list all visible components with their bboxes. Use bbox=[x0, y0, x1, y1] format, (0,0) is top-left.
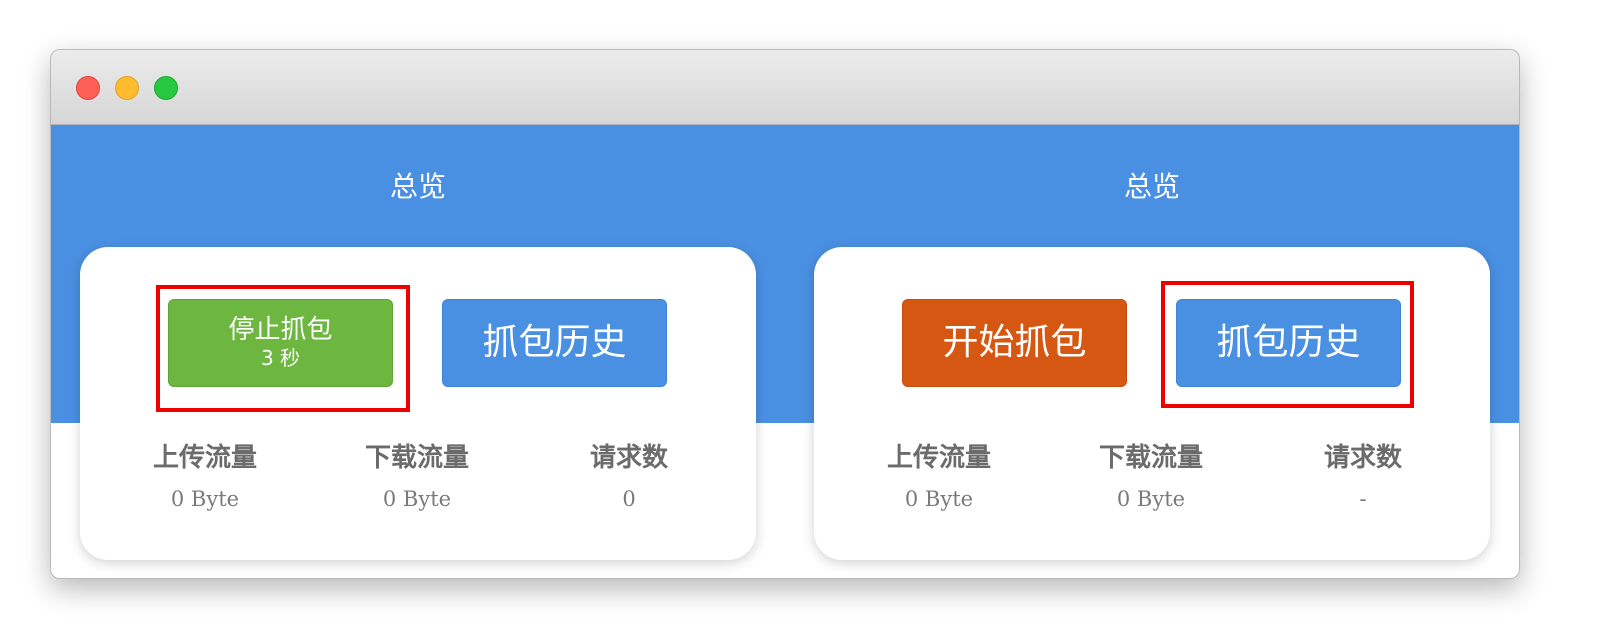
app-window: 总览 停止抓包 3 秒 抓包历史 上传流量 0 Byte 下载流量 0 Byte… bbox=[50, 49, 1520, 579]
overview-title: 总览 bbox=[1123, 170, 1180, 203]
upload-traffic-value: 0 Byte bbox=[904, 487, 974, 511]
window-content: 总览 停止抓包 3 秒 抓包历史 上传流量 0 Byte 下载流量 0 Byte… bbox=[51, 125, 1519, 578]
download-traffic-value: 0 Byte bbox=[1116, 487, 1186, 511]
start-capture-label: 开始抓包 bbox=[942, 322, 1087, 363]
request-count-label: 请求数 bbox=[589, 443, 668, 473]
overview-card: 开始抓包 抓包历史 上传流量 0 Byte 下载流量 0 Byte 请求数 - bbox=[814, 247, 1490, 560]
highlight-box bbox=[156, 285, 410, 412]
overview-panel-capturing: 总览 停止抓包 3 秒 抓包历史 上传流量 0 Byte 下载流量 0 Byte… bbox=[51, 125, 785, 578]
overview-panel-idle: 总览 开始抓包 抓包历史 上传流量 0 Byte 下载流量 0 Byte 请求数… bbox=[785, 125, 1519, 578]
upload-traffic-label: 上传流量 bbox=[152, 443, 257, 473]
upload-traffic-value: 0 Byte bbox=[170, 487, 240, 511]
overview-card: 停止抓包 3 秒 抓包历史 上传流量 0 Byte 下载流量 0 Byte 请求… bbox=[80, 247, 756, 560]
zoom-window-button[interactable] bbox=[154, 76, 178, 100]
close-window-button[interactable] bbox=[76, 76, 100, 100]
start-capture-button[interactable]: 开始抓包 bbox=[902, 299, 1127, 387]
capture-history-button[interactable]: 抓包历史 bbox=[442, 299, 667, 387]
minimize-window-button[interactable] bbox=[115, 76, 139, 100]
request-count-label: 请求数 bbox=[1323, 443, 1402, 473]
capture-history-label: 抓包历史 bbox=[482, 322, 627, 363]
download-traffic-value: 0 Byte bbox=[382, 487, 452, 511]
download-traffic-label: 下载流量 bbox=[364, 443, 469, 473]
highlight-box bbox=[1161, 281, 1414, 408]
title-bar bbox=[51, 50, 1519, 125]
download-traffic-label: 下载流量 bbox=[1098, 443, 1203, 473]
overview-title: 总览 bbox=[389, 170, 446, 203]
request-count-value: 0 bbox=[622, 487, 636, 511]
upload-traffic-label: 上传流量 bbox=[886, 443, 991, 473]
request-count-value: - bbox=[1359, 487, 1367, 511]
